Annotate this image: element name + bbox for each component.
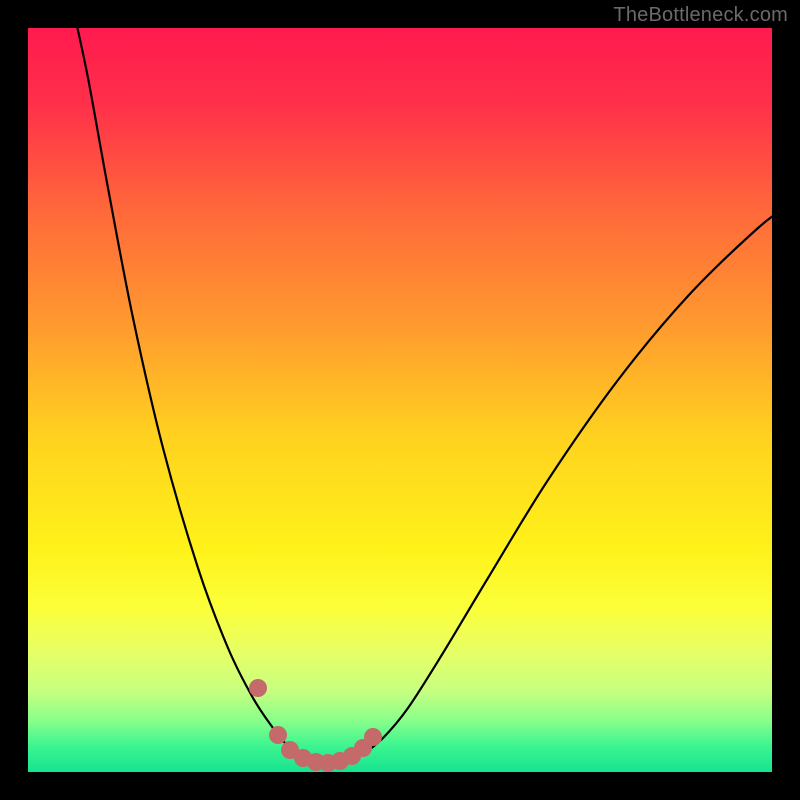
minimum-marker-dots — [249, 679, 382, 772]
minimum-dot — [249, 679, 267, 697]
chart-frame — [28, 28, 772, 772]
bottleneck-curve — [73, 28, 772, 764]
watermark-text: TheBottleneck.com — [613, 4, 788, 27]
minimum-dot — [364, 728, 382, 746]
chart-svg — [28, 28, 772, 772]
minimum-dot — [269, 726, 287, 744]
